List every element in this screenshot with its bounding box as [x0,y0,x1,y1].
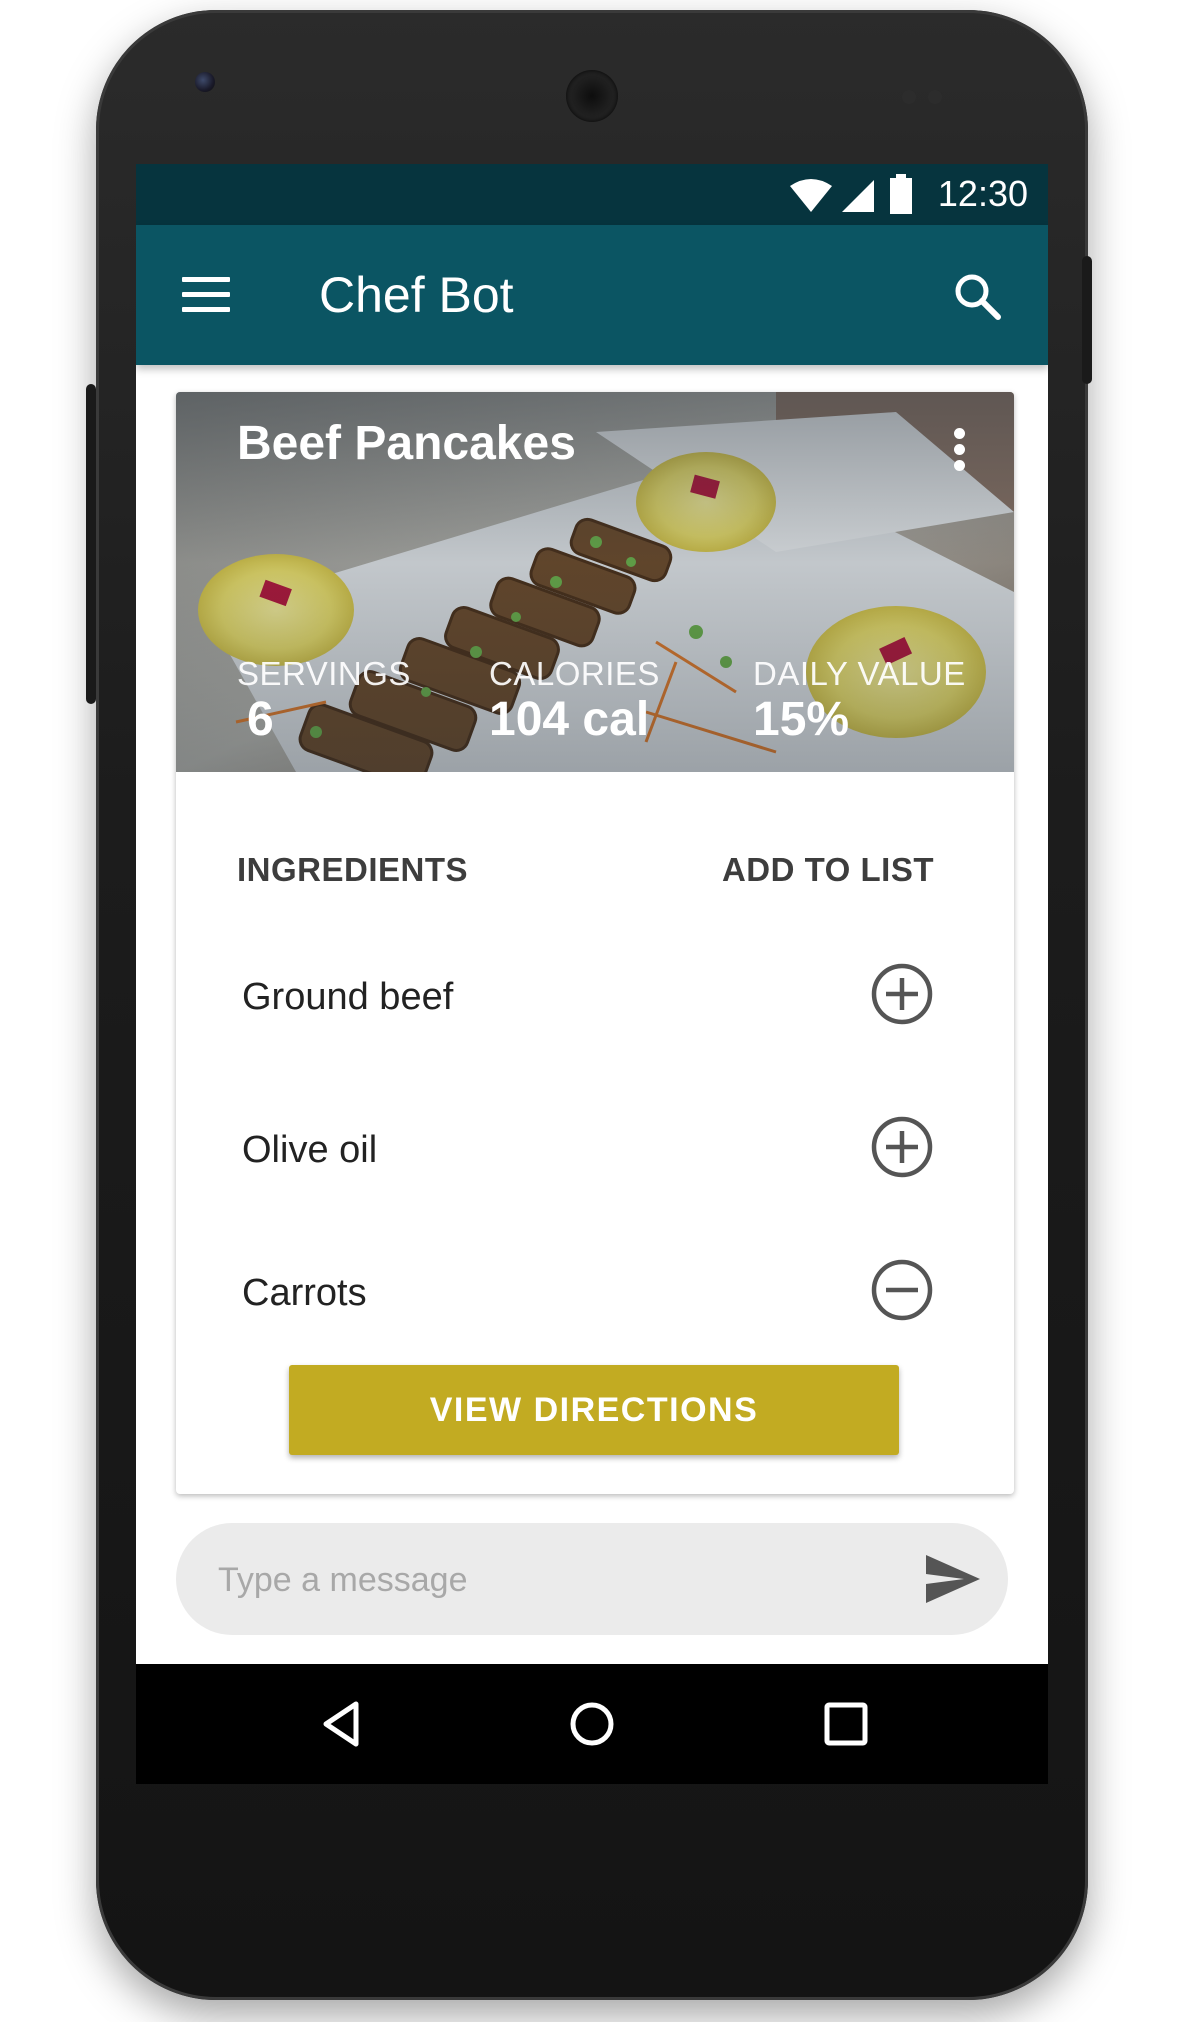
ingredient-row: Olive oil [176,1097,1014,1207]
light-sensor [928,90,942,104]
ingredient-row: Carrots [176,1240,1014,1350]
add-circle-icon[interactable] [870,962,934,1026]
stat-label: CALORIES [489,655,660,692]
earpiece-speaker [566,70,618,122]
battery-icon [890,174,912,214]
power-button [1082,256,1092,384]
recipe-hero-image: Beef Pancakes SERVINGS 6 CALORIES 104 ca… [176,392,1014,772]
message-bar [176,1523,1008,1637]
volume-button [86,384,96,704]
stat-daily-value: DAILY VALUE 15% [753,654,966,748]
app-bar: Chef Bot [136,225,1048,365]
hamburger-menu-icon[interactable] [182,277,230,313]
stat-calories: CALORIES 104 cal [489,654,660,748]
ingredient-name: Carrots [242,1272,367,1314]
recents-icon[interactable] [816,1694,876,1754]
stat-value: 6 [247,693,274,746]
status-bar: 12:30 [136,164,1048,225]
wifi-icon [790,179,832,212]
proximity-sensor [902,90,916,104]
status-time: 12:30 [937,173,1028,214]
stat-label: DAILY VALUE [753,655,966,692]
ingredient-row: Ground beef [176,944,1014,1054]
home-icon[interactable] [562,1694,622,1754]
send-icon[interactable] [924,1553,982,1605]
recipe-title: Beef Pancakes [237,417,576,470]
app-title: Chef Bot [319,267,514,323]
screen: 12:30 Chef Bot Beef Pancakes SERVINGS 6 … [136,164,1048,1784]
search-icon[interactable] [952,271,1002,321]
front-camera-icon [195,72,215,92]
stat-value: 104 cal [489,693,650,746]
back-icon[interactable] [312,1694,372,1754]
view-directions-button[interactable]: VIEW DIRECTIONS [289,1365,899,1455]
add-circle-icon[interactable] [870,1115,934,1179]
recipe-card: Beef Pancakes SERVINGS 6 CALORIES 104 ca… [176,392,1014,1494]
navigation-bar [136,1664,1048,1784]
ingredient-name: Olive oil [242,1129,378,1171]
stat-servings: SERVINGS 6 [237,654,411,748]
message-input[interactable] [216,1523,900,1637]
ingredient-name: Ground beef [242,976,454,1018]
stat-value: 15% [753,693,850,746]
stat-label: SERVINGS [237,655,411,692]
remove-circle-icon[interactable] [870,1258,934,1322]
more-vert-icon[interactable] [954,428,966,472]
ingredients-header: INGREDIENTS [237,851,469,888]
add-to-list-header: ADD TO LIST [721,851,934,888]
signal-icon [842,180,874,212]
